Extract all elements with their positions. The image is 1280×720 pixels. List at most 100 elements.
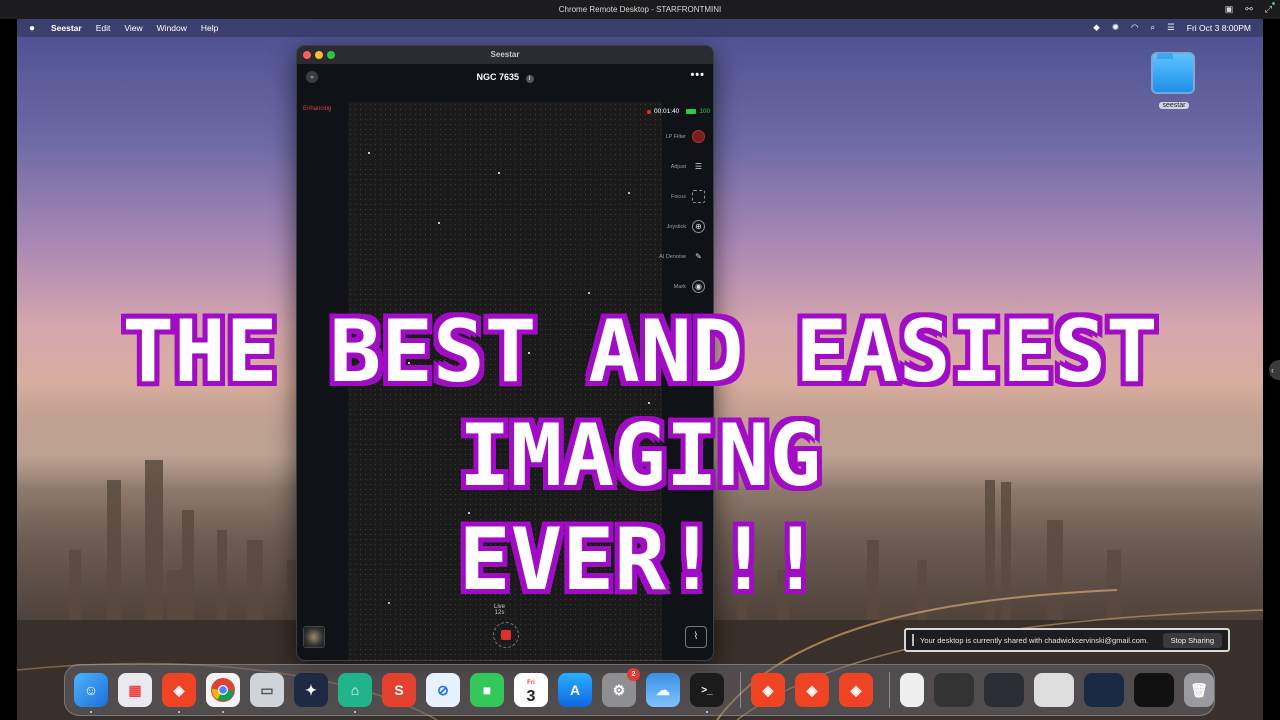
histogram-curve-button[interactable]: ⌇ bbox=[685, 626, 707, 648]
zoom-window-button[interactable] bbox=[327, 51, 335, 59]
tool-focus[interactable]: Focus bbox=[671, 190, 705, 203]
tool-joystick[interactable]: Joystick ⊕ bbox=[666, 220, 705, 233]
window-title: Seestar bbox=[490, 50, 520, 59]
connection-status-dot bbox=[1272, 2, 1275, 5]
menu-view[interactable]: View bbox=[124, 23, 142, 33]
calendar-icon[interactable]: Fri 3 bbox=[514, 673, 548, 707]
system-settings-icon[interactable]: ⚙ 2 bbox=[602, 668, 640, 707]
menu-help[interactable]: Help bbox=[201, 23, 218, 33]
stop-icon bbox=[501, 630, 511, 640]
target-mark-icon[interactable]: ◉ bbox=[692, 280, 705, 293]
remote-desktop-title: Chrome Remote Desktop - STARFRONTMINI bbox=[558, 5, 722, 14]
target-name: NGC 7635 bbox=[476, 72, 519, 82]
document-stack-icon[interactable] bbox=[900, 673, 924, 707]
screen-share-bar: Your desktop is currently shared with ch… bbox=[904, 628, 1230, 652]
tool-label: LP Filter bbox=[665, 133, 686, 140]
minimized-window-1[interactable] bbox=[934, 673, 974, 707]
fullscreen-icon[interactable]: ⤢ bbox=[1265, 4, 1272, 15]
seestar-app-icon[interactable]: ⌂ bbox=[338, 673, 372, 713]
anydesk-status-icon[interactable]: ◆ bbox=[1093, 22, 1100, 33]
title-overlay: THE BEST AND EASIEST IMAGING EVER!!! bbox=[0, 300, 1280, 612]
dock-separator bbox=[889, 672, 890, 708]
gallery-thumbnail[interactable] bbox=[303, 626, 325, 648]
battery-icon bbox=[686, 109, 697, 114]
menu-edit[interactable]: Edit bbox=[96, 23, 111, 33]
overlay-line-1: THE BEST AND EASIEST bbox=[122, 302, 1158, 402]
app-store-icon[interactable]: A bbox=[558, 673, 592, 707]
folder-icon bbox=[1151, 52, 1195, 94]
info-icon[interactable]: i bbox=[525, 75, 534, 83]
remote-desktop-controls: ▣ ⚯ ⤢ bbox=[1225, 4, 1272, 15]
tool-label: Joystick bbox=[666, 223, 686, 230]
tool-label: Mark bbox=[673, 283, 686, 290]
overlay-line-2: IMAGING bbox=[458, 406, 822, 506]
control-center-icon[interactable]: ☰ bbox=[1167, 22, 1175, 33]
minimized-window-2[interactable] bbox=[984, 673, 1024, 707]
facetime-icon[interactable]: ■ bbox=[470, 673, 504, 707]
battery-level: 100 bbox=[699, 108, 711, 115]
sliders-icon[interactable]: ☰ bbox=[692, 160, 705, 173]
menu-clock[interactable]: Fri Oct 3 8:00PM bbox=[1187, 23, 1251, 33]
joystick-icon[interactable]: ⊕ bbox=[692, 220, 705, 233]
app-header: ⌄ NGC 7635 i ••• bbox=[297, 64, 713, 90]
overlay-line-3: EVER!!! bbox=[458, 510, 822, 610]
anydesk-recent-icon-2[interactable]: ◈ bbox=[795, 673, 829, 707]
tool-label: AI Denoise bbox=[659, 253, 686, 260]
magic-wand-icon[interactable]: ✎ bbox=[692, 250, 705, 263]
wifi-icon[interactable]: ◠ bbox=[1131, 22, 1138, 33]
preview-icon[interactable]: ▭ bbox=[250, 673, 284, 707]
stop-stacking-button[interactable] bbox=[493, 622, 519, 648]
trash-icon[interactable]: 🗑 bbox=[1184, 673, 1214, 707]
brightness-icon[interactable]: ✺ bbox=[1112, 22, 1119, 33]
apple-menu-icon[interactable]: ● bbox=[29, 23, 39, 34]
dock: ☺ ▦ ◈ ▭ ✦ ⌂ S ⊘ ■ Fri 3 A ⚙ 2 ☁ >_ ◈ ◈ ◈ … bbox=[64, 664, 1215, 716]
window-titlebar: Seestar bbox=[297, 46, 713, 64]
anydesk-recent-icon[interactable]: ◈ bbox=[751, 673, 785, 707]
desktop-folder-seestar[interactable]: seestar bbox=[1151, 52, 1197, 112]
safari-icon[interactable]: ⊘ bbox=[426, 673, 460, 707]
target-title: NGC 7635 i bbox=[297, 72, 713, 83]
window-icon[interactable]: ▣ bbox=[1225, 4, 1234, 15]
record-dot-icon bbox=[647, 109, 651, 114]
menu-extras: ◆ ✺ ◠ ⌕ ☰ Fri Oct 3 8:00PM bbox=[1093, 22, 1251, 33]
weather-icon[interactable]: ☁ bbox=[646, 673, 680, 707]
terminal-icon[interactable]: >_ bbox=[690, 673, 724, 713]
tool-lp-filter[interactable]: LP Filter bbox=[666, 130, 705, 143]
tool-mark[interactable]: Mark ◉ bbox=[674, 280, 705, 293]
spotlight-search-icon[interactable]: ⌕ bbox=[1150, 22, 1155, 33]
lp-filter-toggle-icon[interactable] bbox=[692, 130, 705, 143]
calendar-day: 3 bbox=[526, 688, 536, 705]
more-options-icon[interactable]: ••• bbox=[690, 69, 705, 81]
recording-status: 00:01:40 100 bbox=[647, 108, 710, 115]
anydesk-s-icon[interactable]: S bbox=[382, 673, 416, 707]
exposure-timer: 00:01:40 bbox=[654, 108, 680, 115]
close-window-button[interactable] bbox=[303, 51, 311, 59]
folder-label: seestar bbox=[1158, 102, 1190, 109]
minimized-window-3[interactable] bbox=[1034, 673, 1074, 707]
tool-label: Adjust bbox=[670, 163, 686, 170]
tool-adjust[interactable]: Adjust ☰ bbox=[671, 160, 705, 173]
curve-icon: ⌇ bbox=[693, 631, 699, 642]
finder-icon[interactable]: ☺ bbox=[74, 673, 108, 713]
anydesk-icon[interactable]: ◈ bbox=[162, 673, 196, 713]
remote-desktop-bar: Chrome Remote Desktop - STARFRONTMINI ▣ … bbox=[0, 0, 1280, 19]
mac-menu-bar: ● Seestar Edit View Window Help ◆ ✺ ◠ ⌕ … bbox=[17, 19, 1263, 37]
minimized-window-4[interactable] bbox=[1084, 673, 1124, 707]
stellarium-icon[interactable]: ✦ bbox=[294, 673, 328, 707]
anydesk-recent-icon-3[interactable]: ◈ bbox=[839, 673, 873, 707]
tool-ai-denoise[interactable]: AI Denoise ✎ bbox=[659, 250, 705, 263]
minimized-window-5[interactable] bbox=[1134, 673, 1174, 707]
launchpad-icon[interactable]: ▦ bbox=[118, 673, 152, 707]
minimize-window-button[interactable] bbox=[315, 51, 323, 59]
share-message: Your desktop is currently shared with ch… bbox=[920, 635, 1149, 645]
tool-label: Focus bbox=[671, 193, 686, 200]
chrome-icon[interactable] bbox=[206, 673, 240, 713]
menu-app-name[interactable]: Seestar bbox=[51, 23, 82, 33]
drag-handle-icon[interactable] bbox=[912, 634, 914, 646]
dock-separator bbox=[740, 672, 741, 708]
focus-icon[interactable] bbox=[692, 190, 705, 203]
stop-sharing-button[interactable]: Stop Sharing bbox=[1162, 632, 1222, 648]
menu-window[interactable]: Window bbox=[157, 23, 187, 33]
status-enhancing: Enhancing bbox=[303, 106, 332, 112]
link-icon[interactable]: ⚯ bbox=[1245, 4, 1253, 15]
